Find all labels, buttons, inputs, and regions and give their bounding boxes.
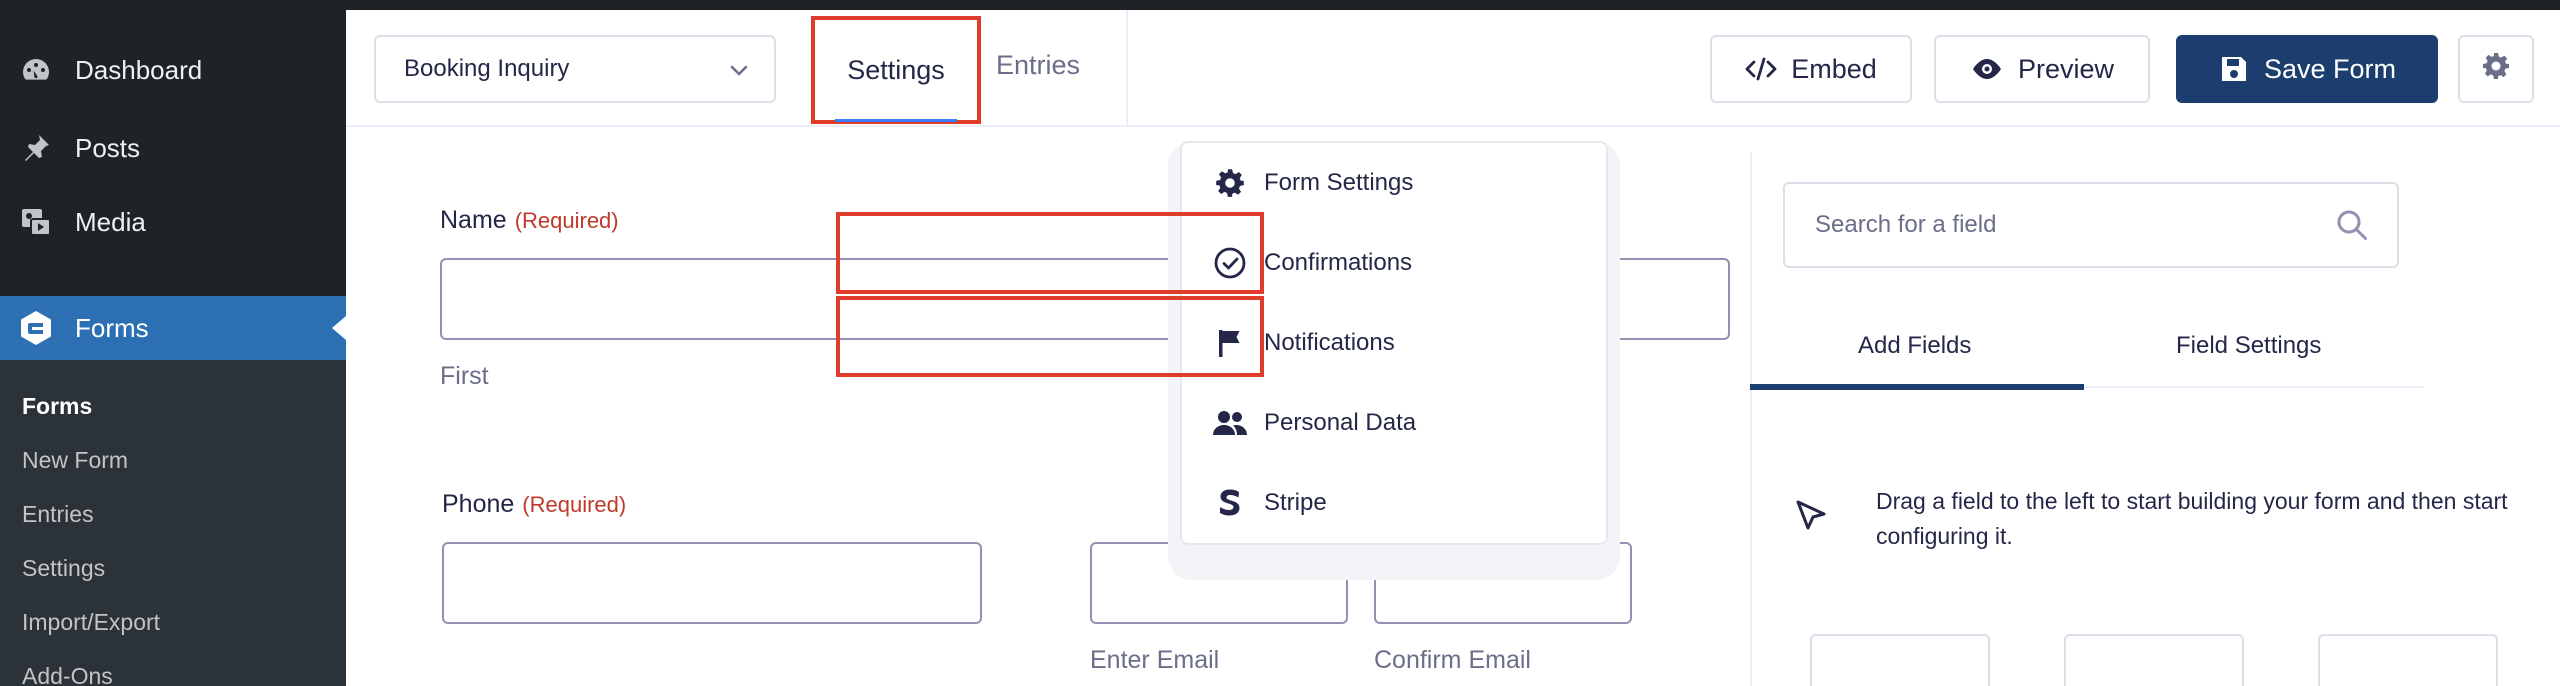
phone-label-text: Phone xyxy=(442,490,515,518)
search-placeholder: Search for a field xyxy=(1815,211,1997,238)
submenu-item-forms[interactable]: Forms xyxy=(22,393,92,420)
code-icon xyxy=(1745,56,1777,82)
submenu-item-new-form[interactable]: New Form xyxy=(22,447,128,474)
gear-icon xyxy=(2480,50,2512,89)
menu-item-label: Confirmations xyxy=(1264,249,1413,276)
tab-entries[interactable]: Entries xyxy=(996,50,1080,81)
field-button[interactable] xyxy=(2064,634,2244,686)
form-selector[interactable]: Booking Inquiry xyxy=(374,35,776,103)
admin-sidebar: Dashboard Posts Media Forms Forms New Fo… xyxy=(0,10,346,686)
gravity-forms-icon xyxy=(18,310,54,346)
embed-button[interactable]: Embed xyxy=(1710,35,1912,103)
dashboard-icon xyxy=(18,52,54,88)
sidebar-item-label: Forms xyxy=(75,312,149,343)
tab-active-indicator xyxy=(1750,384,2084,390)
highlight-notifications xyxy=(836,296,1264,377)
editor-header: Booking Inquiry Settings Entries Embed P… xyxy=(346,10,2560,127)
current-menu-arrow xyxy=(332,316,346,340)
menu-item-label: Form Settings xyxy=(1264,169,1414,196)
first-name-sublabel: First xyxy=(440,362,489,390)
menu-item-stripe[interactable]: Stripe xyxy=(1182,463,1610,543)
gear-icon xyxy=(1212,165,1248,201)
menu-item-label: Notifications xyxy=(1264,329,1395,356)
save-icon xyxy=(2218,53,2250,85)
sidebar-item-media[interactable]: Media xyxy=(0,192,346,252)
drag-hint-text: Drag a field to the left to start buildi… xyxy=(1876,488,2508,549)
submenu-item-add-ons[interactable]: Add-Ons xyxy=(22,663,113,686)
tab-add-fields[interactable]: Add Fields xyxy=(1858,332,1971,360)
chevron-down-icon xyxy=(728,59,750,88)
preview-label: Preview xyxy=(2017,53,2115,84)
pointer-icon xyxy=(1794,498,1830,543)
eye-icon xyxy=(1970,57,2004,81)
tab-field-settings[interactable]: Field Settings xyxy=(2176,332,2321,360)
sidebar-item-label: Media xyxy=(75,206,146,237)
form-selector-value: Booking Inquiry xyxy=(404,55,570,82)
sidebar-item-label: Dashboard xyxy=(75,54,203,85)
phone-field-label: Phone (Required) xyxy=(442,490,626,519)
required-indicator: (Required) xyxy=(514,208,619,233)
stripe-icon xyxy=(1212,485,1248,521)
admin-top-bar xyxy=(0,0,2560,10)
phone-input[interactable] xyxy=(442,542,982,624)
menu-item-label: Personal Data xyxy=(1264,409,1417,436)
field-button[interactable] xyxy=(1810,634,1990,686)
menu-item-label: Stripe xyxy=(1264,489,1327,516)
highlight-confirmations xyxy=(836,212,1264,294)
embed-label: Embed xyxy=(1791,53,1877,84)
header-divider xyxy=(1126,10,1128,127)
confirm-email-sublabel: Confirm Email xyxy=(1374,646,1531,674)
save-form-label: Save Form xyxy=(2263,53,2397,84)
field-button[interactable] xyxy=(2318,634,2498,686)
sidebar-item-posts[interactable]: Posts xyxy=(0,118,346,178)
required-indicator: (Required) xyxy=(522,492,627,517)
tab-active-underline xyxy=(835,119,957,122)
submenu-item-entries[interactable]: Entries xyxy=(22,501,94,528)
sidebar-item-label: Posts xyxy=(75,132,141,163)
menu-item-form-settings[interactable]: Form Settings xyxy=(1182,143,1610,223)
sidebar-item-dashboard[interactable]: Dashboard xyxy=(0,40,346,100)
users-icon xyxy=(1212,405,1248,441)
form-editor: Booking Inquiry Settings Entries Embed P… xyxy=(346,10,2560,686)
tab-settings[interactable]: Settings xyxy=(811,16,981,124)
pin-icon xyxy=(18,130,54,166)
menu-item-personal-data[interactable]: Personal Data xyxy=(1182,383,1610,463)
editor-settings-button[interactable] xyxy=(2458,35,2534,103)
submenu-item-import-export[interactable]: Import/Export xyxy=(22,609,160,636)
field-search-input[interactable]: Search for a field xyxy=(1783,182,2399,268)
forms-submenu: Forms New Form Entries Settings Import/E… xyxy=(0,360,346,686)
sidebar-item-forms[interactable]: Forms xyxy=(0,296,346,360)
tab-settings-label: Settings xyxy=(847,54,945,85)
search-icon xyxy=(2335,208,2369,249)
name-label-text: Name xyxy=(440,206,507,234)
save-form-button[interactable]: Save Form xyxy=(2176,35,2438,103)
name-field-label: Name (Required) xyxy=(440,206,619,235)
media-icon xyxy=(18,204,54,240)
sidebar-divider xyxy=(1750,152,1752,686)
submenu-item-settings[interactable]: Settings xyxy=(22,555,105,582)
preview-button[interactable]: Preview xyxy=(1934,35,2150,103)
enter-email-sublabel: Enter Email xyxy=(1090,646,1220,674)
